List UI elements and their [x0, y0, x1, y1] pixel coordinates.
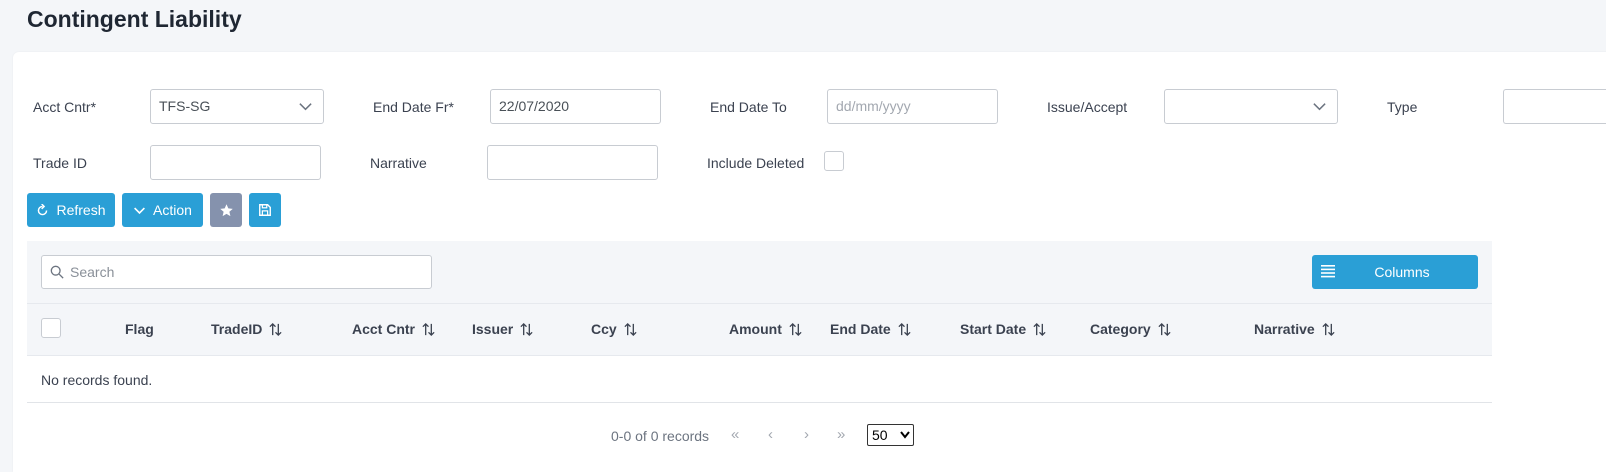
divider: [27, 355, 1492, 356]
search-placeholder: Search: [70, 264, 115, 280]
column-header-amount[interactable]: Amount: [729, 321, 803, 337]
sort-icon: [1033, 322, 1046, 336]
column-header-ccy[interactable]: Ccy: [591, 321, 638, 337]
sort-icon: [624, 322, 637, 336]
save-icon: [259, 204, 271, 216]
trade-id-label: Trade ID: [33, 155, 87, 171]
rows-per-page-select[interactable]: 50: [867, 424, 914, 446]
rows-per-page-value: 50: [872, 427, 888, 443]
column-header-flag[interactable]: Flag: [125, 321, 154, 337]
columns-button[interactable]: Columns: [1312, 255, 1478, 289]
end-date-to-input[interactable]: dd/mm/yyyy: [827, 89, 998, 124]
search-icon: [50, 265, 64, 279]
first-page-icon[interactable]: «: [731, 426, 739, 443]
last-page-icon[interactable]: »: [837, 426, 845, 443]
star-icon: [219, 203, 233, 216]
end-date-to-label: End Date To: [710, 99, 787, 115]
acct-cntr-label: Acct Cntr*: [33, 99, 97, 115]
page-title: Contingent Liability: [27, 6, 242, 32]
divider: [27, 402, 1492, 403]
include-deleted-label: Include Deleted: [707, 155, 805, 171]
sort-icon: [1158, 322, 1171, 336]
acct-cntr-select[interactable]: TFS-SG: [150, 89, 324, 124]
save-button[interactable]: [249, 193, 281, 227]
chevron-down-icon: [900, 431, 910, 439]
divider: [27, 303, 1492, 304]
issue-accept-label: Issue/Accept: [1047, 99, 1128, 115]
trade-id-input[interactable]: [150, 145, 321, 180]
action-button[interactable]: Action: [122, 193, 203, 227]
columns-label: Columns: [1374, 264, 1430, 280]
column-header-narrative[interactable]: Narrative: [1254, 321, 1336, 337]
end-date-fr-label: End Date Fr*: [373, 99, 454, 115]
column-header-category[interactable]: Category: [1090, 321, 1172, 337]
chevron-down-icon: [299, 103, 312, 111]
data-table: Search Columns Flag TradeID Acct Cntr Is…: [27, 241, 1492, 403]
favorite-button[interactable]: [210, 193, 242, 227]
issue-accept-select[interactable]: [1164, 89, 1338, 124]
end-date-fr-input[interactable]: 22/07/2020: [490, 89, 661, 124]
column-header-end-date[interactable]: End Date: [830, 321, 912, 337]
refresh-button[interactable]: Refresh: [27, 193, 115, 227]
chevron-down-icon: [1313, 103, 1326, 111]
narrative-label: Narrative: [370, 155, 427, 171]
refresh-icon: [38, 203, 48, 215]
column-header-tradeid[interactable]: TradeID: [211, 321, 283, 337]
sort-icon: [520, 322, 533, 336]
sort-icon: [1322, 322, 1335, 336]
prev-page-icon[interactable]: ‹: [768, 426, 773, 443]
narrative-input[interactable]: [487, 145, 658, 180]
sort-icon: [422, 322, 435, 336]
sort-icon: [269, 322, 282, 336]
action-label: Action: [153, 202, 192, 218]
column-header-start-date[interactable]: Start Date: [960, 321, 1047, 337]
column-header-issuer[interactable]: Issuer: [472, 321, 534, 337]
type-label: Type: [1387, 99, 1418, 115]
sort-icon: [898, 322, 911, 336]
column-header-acct-cntr[interactable]: Acct Cntr: [352, 321, 436, 337]
empty-message: No records found.: [41, 372, 153, 388]
select-all-checkbox[interactable]: [41, 318, 61, 338]
search-input[interactable]: Search: [41, 255, 432, 289]
chevron-down-icon: [134, 206, 145, 214]
sort-icon: [789, 322, 802, 336]
pagination-summary: 0-0 of 0 records: [611, 428, 710, 444]
type-select[interactable]: [1503, 89, 1606, 124]
next-page-icon[interactable]: ›: [804, 426, 809, 443]
acct-cntr-value: TFS-SG: [159, 98, 211, 114]
include-deleted-checkbox[interactable]: [824, 151, 844, 171]
refresh-label: Refresh: [56, 202, 106, 218]
